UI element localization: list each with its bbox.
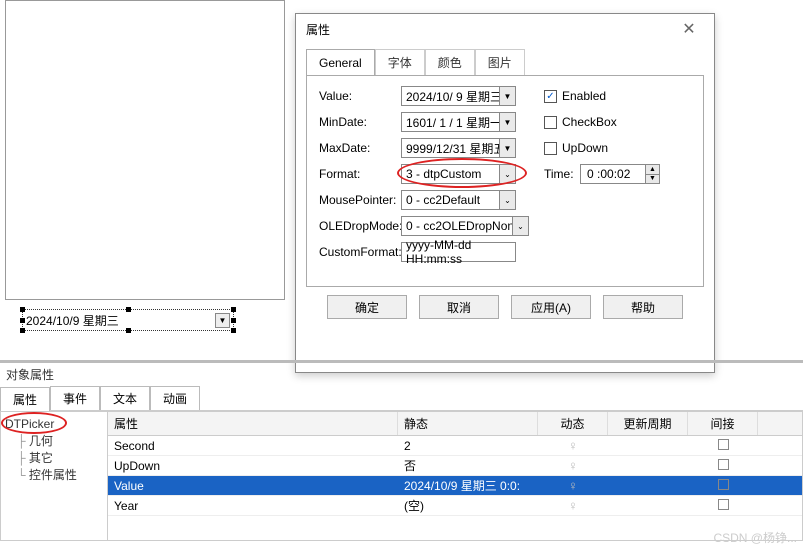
tree-item[interactable]: 其它 — [29, 451, 53, 465]
chevron-down-icon[interactable]: ⌄ — [512, 217, 528, 235]
cell-link[interactable] — [688, 439, 758, 453]
cell-name: UpDown — [108, 459, 398, 473]
checkbox-checkbox[interactable]: CheckBox — [544, 115, 617, 129]
time-spinner[interactable]: 0 :00:02▲▼ — [580, 164, 660, 184]
ok-button[interactable]: 确定 — [327, 295, 407, 319]
label-value: Value: — [319, 89, 401, 103]
object-properties-pane: 对象属性 属性 事件 文本 动画 DTPicker ├ 几何 ├ 其它 └ 控件… — [0, 360, 803, 550]
maxdate-field[interactable]: 9999/12/31 星期五▼ — [401, 138, 516, 158]
table-row[interactable]: Value2024/10/9 星期三 0:0: ♀ — [108, 476, 802, 496]
dtpicker-value: 2024/10/9 星期三 — [26, 312, 119, 329]
object-tree[interactable]: DTPicker ├ 几何 ├ 其它 └ 控件属性 — [0, 411, 108, 541]
customformat-input[interactable]: yyyy-MM-dd HH:mm:ss — [401, 242, 516, 262]
close-icon[interactable]: ✕ — [674, 19, 704, 39]
bulb-icon: ♀ — [568, 438, 578, 453]
general-panel: Value: 2024/10/ 9 星期三▼ ✓Enabled MinDate:… — [306, 75, 704, 287]
pane-tab-anim[interactable]: 动画 — [150, 386, 200, 410]
cell-static: 2 — [398, 439, 538, 453]
highlight-circle — [1, 412, 67, 434]
highlight-circle — [397, 158, 527, 188]
design-canvas — [5, 0, 285, 300]
properties-dialog: 属性 ✕ General 字体 颜色 图片 Value: 2024/10/ 9 … — [295, 13, 715, 373]
tree-item[interactable]: 几何 — [29, 434, 53, 448]
chevron-down-icon[interactable]: ▼ — [499, 87, 515, 105]
properties-grid: 属性 静态 动态 更新周期 间接 Second2♀UpDown否♀Value20… — [108, 411, 803, 541]
col-header-name[interactable]: 属性 — [108, 412, 398, 435]
help-button[interactable]: 帮助 — [603, 295, 683, 319]
cell-name: Second — [108, 439, 398, 453]
label-mousepointer: MousePointer: — [319, 193, 401, 207]
pane-title: 对象属性 — [0, 363, 803, 386]
cell-dynamic[interactable]: ♀ — [538, 478, 608, 493]
cell-dynamic[interactable]: ♀ — [538, 458, 608, 473]
cell-static: 否 — [398, 457, 538, 474]
apply-button[interactable]: 应用(A) — [511, 295, 591, 319]
spin-down-icon[interactable]: ▼ — [646, 175, 659, 184]
cell-static: (空) — [398, 497, 538, 514]
enabled-checkbox[interactable]: ✓Enabled — [544, 89, 606, 103]
tab-general[interactable]: General — [306, 49, 375, 75]
cancel-button[interactable]: 取消 — [419, 295, 499, 319]
tree-item[interactable]: 控件属性 — [29, 468, 77, 482]
updown-checkbox[interactable]: UpDown — [544, 141, 608, 155]
cell-link[interactable] — [688, 479, 758, 493]
label-format: Format: — [319, 167, 401, 181]
bulb-icon: ♀ — [568, 498, 578, 513]
chevron-down-icon[interactable]: ▼ — [215, 313, 230, 328]
mousepointer-select[interactable]: 0 - cc2Default⌄ — [401, 190, 516, 210]
col-header-period[interactable]: 更新周期 — [608, 412, 688, 435]
bulb-icon: ♀ — [568, 478, 578, 493]
pane-tab-attr[interactable]: 属性 — [0, 387, 50, 411]
col-header-link[interactable]: 间接 — [688, 412, 758, 435]
cell-dynamic[interactable]: ♀ — [538, 438, 608, 453]
tab-color[interactable]: 颜色 — [425, 49, 475, 75]
chevron-down-icon[interactable]: ⌄ — [499, 191, 515, 209]
pane-tab-event[interactable]: 事件 — [50, 386, 100, 410]
oledropmode-select[interactable]: 0 - cc2OLEDropNone⌄ — [401, 216, 529, 236]
table-row[interactable]: Year(空) ♀ — [108, 496, 802, 516]
spin-up-icon[interactable]: ▲ — [646, 165, 659, 175]
dialog-title: 属性 — [306, 21, 330, 38]
dtpicker-object[interactable]: 2024/10/9 星期三 ▼ — [22, 309, 234, 331]
label-mindate: MinDate: — [319, 115, 401, 129]
label-time: Time: — [544, 167, 580, 181]
cell-link[interactable] — [688, 459, 758, 473]
watermark: CSDN @杨铮... — [713, 529, 797, 546]
label-customformat: CustomFormat: — [319, 245, 401, 259]
value-field[interactable]: 2024/10/ 9 星期三▼ — [401, 86, 516, 106]
table-row[interactable]: UpDown否 ♀ — [108, 456, 802, 476]
cell-name: Value — [108, 479, 398, 493]
cell-static: 2024/10/9 星期三 0:0: — [398, 477, 538, 494]
tab-image[interactable]: 图片 — [475, 49, 525, 75]
pane-tab-text[interactable]: 文本 — [100, 386, 150, 410]
bulb-icon: ♀ — [568, 458, 578, 473]
cell-link[interactable] — [688, 499, 758, 513]
table-row[interactable]: Second2 ♀ — [108, 436, 802, 456]
label-maxdate: MaxDate: — [319, 141, 401, 155]
chevron-down-icon[interactable]: ▼ — [499, 113, 515, 131]
col-header-dynamic[interactable]: 动态 — [538, 412, 608, 435]
cell-name: Year — [108, 499, 398, 513]
col-header-static[interactable]: 静态 — [398, 412, 538, 435]
mindate-field[interactable]: 1601/ 1 / 1 星期一▼ — [401, 112, 516, 132]
cell-dynamic[interactable]: ♀ — [538, 498, 608, 513]
tab-font[interactable]: 字体 — [375, 49, 425, 75]
chevron-down-icon[interactable]: ▼ — [499, 139, 515, 157]
label-oledropmode: OLEDropMode: — [319, 219, 401, 233]
